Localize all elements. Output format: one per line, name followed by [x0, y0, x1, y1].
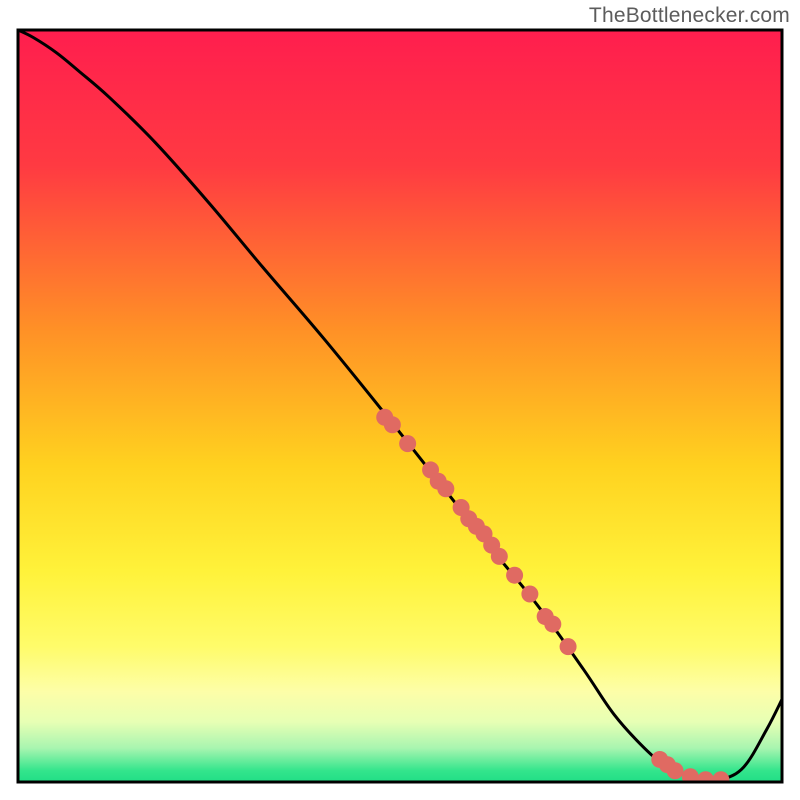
data-marker — [697, 771, 714, 788]
chart-stage: TheBottlenecker.com — [0, 0, 800, 800]
data-marker — [399, 435, 416, 452]
data-marker — [544, 616, 561, 633]
data-marker — [437, 480, 454, 497]
data-marker — [560, 638, 577, 655]
data-marker — [384, 416, 401, 433]
data-marker — [506, 567, 523, 584]
data-marker — [521, 586, 538, 603]
gradient-background — [18, 30, 782, 782]
watermark-text: TheBottlenecker.com — [589, 4, 790, 28]
data-marker — [667, 762, 684, 779]
bottleneck-curve-chart — [0, 0, 800, 800]
data-marker — [491, 548, 508, 565]
data-marker — [712, 771, 729, 788]
